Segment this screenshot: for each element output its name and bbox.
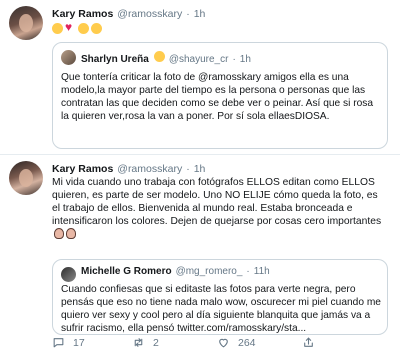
woman-facepalming-emoji-icon xyxy=(54,228,64,239)
tweet-actions: 17 2 264 xyxy=(52,336,382,354)
separator-dot: · xyxy=(186,163,190,175)
heart-emoji-icon xyxy=(65,20,76,34)
share-icon xyxy=(304,337,313,347)
author-name[interactable]: Kary Ramos xyxy=(52,163,113,175)
like-count: 264 xyxy=(238,336,256,349)
tweet-time[interactable]: 1h xyxy=(194,163,206,175)
quoted-time: 11h xyxy=(253,266,270,277)
retweet-count: 2 xyxy=(153,336,159,349)
like-button[interactable]: 264 xyxy=(217,336,256,349)
share-button[interactable] xyxy=(302,336,315,349)
woman-facepalming-emoji-icon xyxy=(66,228,76,239)
reply-icon xyxy=(53,338,64,348)
tweet[interactable]: Kary Ramos @ramosskary · 1h Sharlyn Ureñ… xyxy=(0,0,400,154)
quoted-text: Que tontería criticar la foto de @ramoss… xyxy=(61,72,374,122)
reply-button[interactable]: 17 xyxy=(52,336,85,349)
heart-eyes-emoji-icon xyxy=(91,23,102,34)
quoted-author-handle: @mg_romero_ xyxy=(175,266,243,277)
tweet-header: Kary Ramos @ramosskary · 1h xyxy=(52,163,205,177)
separator-dot: · xyxy=(232,54,236,65)
quoted-author-handle: @shayure_cr xyxy=(168,54,229,65)
separator-dot: · xyxy=(246,266,250,277)
tweet-text: Mi vida cuando uno trabaja con fotógrafo… xyxy=(52,176,387,242)
quoted-text: Cuando confiesas que si editaste las fot… xyxy=(61,284,381,334)
reply-count: 17 xyxy=(73,336,85,349)
angel-emoji-icon xyxy=(153,51,165,62)
quoted-avatar xyxy=(61,50,76,65)
retweet-icon xyxy=(134,338,143,347)
tweet-text-content: Mi vida cuando uno trabaja con fotógrafo… xyxy=(52,177,382,227)
quoted-tweet[interactable]: Michelle G Romero @mg_romero_ · 11h Cuan… xyxy=(52,259,388,335)
quoted-header: Sharlyn Ureña @shayure_cr · 1h xyxy=(81,51,251,65)
smile-emoji-icon xyxy=(52,23,63,34)
tweet[interactable]: Kary Ramos @ramosskary · 1h Mi vida cuan… xyxy=(0,154,400,357)
author-handle[interactable]: @ramosskary xyxy=(117,163,182,175)
like-icon xyxy=(219,338,228,348)
tweet-time[interactable]: 1h xyxy=(194,8,206,20)
retweet-button[interactable]: 2 xyxy=(132,336,159,349)
quoted-header: Michelle G Romero @mg_romero_ · 11h xyxy=(81,266,270,277)
author-name[interactable]: Kary Ramos xyxy=(52,8,113,20)
quoted-time: 1h xyxy=(239,54,251,65)
avatar[interactable] xyxy=(9,6,43,40)
quoted-tweet[interactable]: Sharlyn Ureña @shayure_cr · 1h Que tonte… xyxy=(52,42,388,149)
author-handle[interactable]: @ramosskary xyxy=(117,8,182,20)
avatar[interactable] xyxy=(9,161,43,195)
separator-dot: · xyxy=(186,8,190,20)
kiss-emoji-icon xyxy=(78,23,89,34)
quoted-author-name: Michelle G Romero xyxy=(81,266,172,277)
quoted-author-name: Sharlyn Ureña xyxy=(81,54,149,65)
quoted-avatar xyxy=(61,267,76,282)
tweet-header: Kary Ramos @ramosskary · 1h xyxy=(52,8,205,22)
tweet-emoji-text xyxy=(52,20,102,34)
